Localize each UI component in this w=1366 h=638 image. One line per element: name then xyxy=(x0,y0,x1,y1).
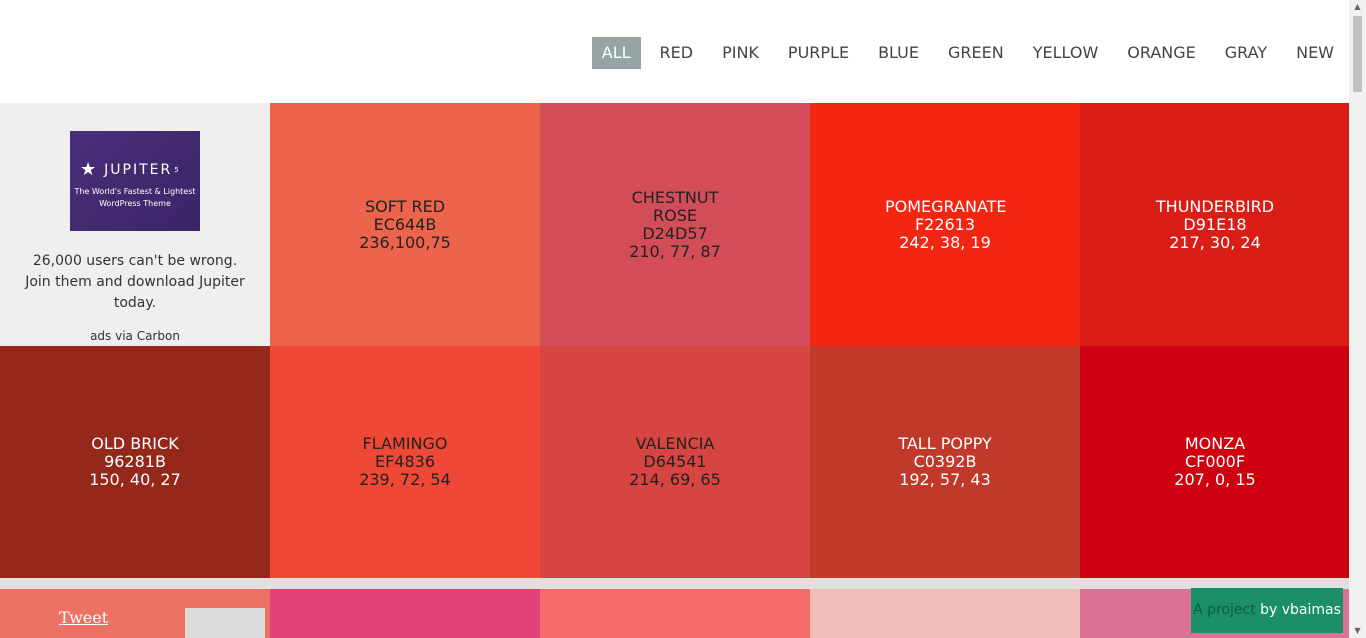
nav-item-purple[interactable]: PURPLE xyxy=(778,37,859,69)
color-hex: EC644B xyxy=(373,214,437,234)
color-name: THUNDERBIRD xyxy=(1155,196,1275,216)
color-hex: 96281B xyxy=(104,452,166,471)
color-name: CHESTNUT ROSE xyxy=(631,187,719,225)
color-hex: CF000F xyxy=(1184,452,1246,471)
color-name: POMEGRANATE xyxy=(885,196,1007,216)
nav-item-blue[interactable]: BLUE xyxy=(868,37,929,69)
color-hex: C0392B xyxy=(913,452,977,471)
scrollbar-thumb[interactable] xyxy=(1353,16,1362,92)
color-name: SOFT RED xyxy=(364,196,446,216)
color-tile[interactable] xyxy=(540,589,810,638)
color-tile[interactable]: POMEGRANATE F22613 242, 38, 19 xyxy=(810,103,1080,346)
star-icon: ★ xyxy=(80,159,99,180)
color-rgb: 242, 38, 19 xyxy=(899,232,991,252)
tweet-count-box xyxy=(185,608,265,638)
color-tile[interactable]: MONZA CF000F 207, 0, 15 xyxy=(1080,346,1350,578)
color-name: OLD BRICK xyxy=(91,434,179,453)
color-tile[interactable] xyxy=(270,589,540,638)
ad-tagline-line-2: WordPress Theme xyxy=(99,199,171,208)
color-tile[interactable]: VALENCIA D64541 214, 69, 65 xyxy=(540,346,810,578)
color-rgb: 192, 57, 43 xyxy=(899,470,991,489)
nav-item-new[interactable]: NEW xyxy=(1286,37,1344,69)
ad-copy[interactable]: 26,000 users can't be wrong. Join them a… xyxy=(20,251,250,314)
ad-logo-sup: 5 xyxy=(174,165,181,174)
nav-item-green[interactable]: GREEN xyxy=(938,37,1014,69)
color-rgb: 214, 69, 65 xyxy=(629,470,721,489)
color-tile[interactable]: OLD BRICK 96281B 150, 40, 27 xyxy=(0,346,270,578)
nav-item-pink[interactable]: PINK xyxy=(712,37,769,69)
project-prefix: A project xyxy=(1193,602,1256,618)
color-tile[interactable] xyxy=(810,589,1080,638)
site-header: ALL RED PINK PURPLE BLUE GREEN YELLOW ORANGE GRA… xyxy=(0,0,1349,103)
color-rgb: 236,100,75 xyxy=(359,232,451,252)
color-tile[interactable]: SOFT RED EC644B 236,100,75 xyxy=(270,103,540,346)
ad-logo-text: JUPITER xyxy=(104,161,173,178)
page-scrollbar[interactable]: ▲ ▼ xyxy=(1349,0,1366,638)
nav-item-all[interactable]: ALL xyxy=(591,37,641,69)
ad-image[interactable]: ★ JUPITER 5 The World's Fastest & Lightes… xyxy=(70,131,200,231)
project-badge[interactable]: A project by vbaimas xyxy=(1191,588,1343,633)
color-hex: F22613 xyxy=(914,214,976,234)
color-name: TALL POPPY xyxy=(898,434,992,453)
color-hex: D24D57 xyxy=(642,223,708,243)
scroll-up-arrow-icon[interactable]: ▲ xyxy=(1349,0,1366,14)
jupiter-logo: ★ JUPITER 5 xyxy=(80,159,181,180)
color-hex: D64541 xyxy=(643,452,707,471)
color-tile[interactable]: THUNDERBIRD D91E18 217, 30, 24 xyxy=(1080,103,1350,346)
color-tile[interactable]: CHESTNUT ROSE D24D57 210, 77, 87 xyxy=(540,103,810,346)
color-rgb: 210, 77, 87 xyxy=(629,241,721,261)
nav-item-red[interactable]: RED xyxy=(650,37,704,69)
carbon-ad[interactable]: ★ JUPITER 5 The World's Fastest & Lightes… xyxy=(0,103,270,346)
color-hex: D91E18 xyxy=(1183,214,1247,234)
ad-tagline-line-1: The World's Fastest & Lightest xyxy=(74,187,196,196)
project-author-link[interactable]: by vbaimas xyxy=(1256,602,1341,618)
scroll-down-arrow-icon[interactable]: ▼ xyxy=(1349,624,1366,638)
color-name: FLAMINGO xyxy=(362,434,448,453)
color-rgb: 150, 40, 27 xyxy=(89,470,181,489)
color-tile[interactable]: TALL POPPY C0392B 192, 57, 43 xyxy=(810,346,1080,578)
ads-via-carbon-link[interactable]: ads via Carbon xyxy=(0,329,270,343)
color-tile[interactable]: FLAMINGO EF4836 239, 72, 54 xyxy=(270,346,540,578)
color-hex: EF4836 xyxy=(374,452,436,471)
color-rgb: 207, 0, 15 xyxy=(1174,470,1256,489)
row-divider xyxy=(0,578,1349,589)
nav-item-orange[interactable]: ORANGE xyxy=(1117,37,1205,69)
color-filter-nav: ALL RED PINK PURPLE BLUE GREEN YELLOW ORANGE GRA… xyxy=(583,37,1349,69)
nav-item-gray[interactable]: GRAY xyxy=(1215,37,1277,69)
color-rgb: 217, 30, 24 xyxy=(1169,232,1261,252)
color-rgb: 239, 72, 54 xyxy=(359,470,451,489)
color-name: VALENCIA xyxy=(635,434,715,453)
ad-tagline: The World's Fastest & Lightest WordPress… xyxy=(70,186,200,210)
color-name: MONZA xyxy=(1184,434,1246,453)
nav-item-yellow[interactable]: YELLOW xyxy=(1023,37,1109,69)
tweet-button[interactable]: Tweet xyxy=(59,608,108,627)
